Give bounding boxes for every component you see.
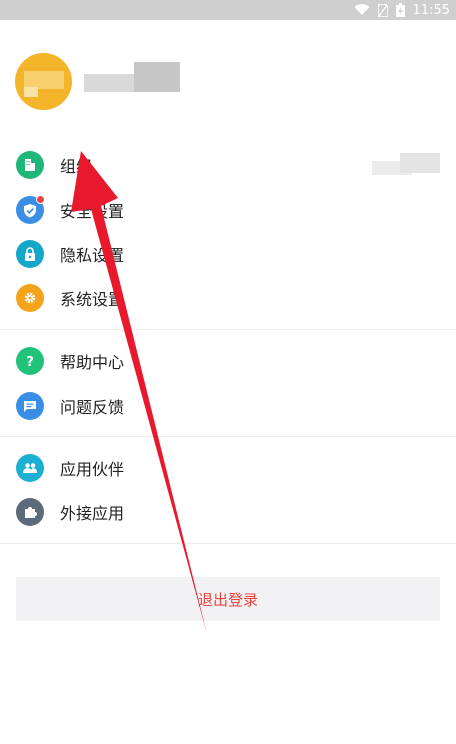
no-sim-icon [377,3,388,17]
divider [0,329,456,330]
menu-item-label: 应用伙伴 [60,460,125,479]
logout-button[interactable]: 退出登录 [16,577,440,621]
menu-item-privacy[interactable]: 隐私设置 [0,232,456,276]
profile-name [84,61,180,102]
menu-item-label: 系统设置 [60,290,125,309]
status-time: 11:55 [412,2,450,18]
menu-item-label: 隐私设置 [60,246,125,265]
svg-text:?: ? [26,355,34,368]
menu-item-label: 外接应用 [60,504,125,523]
divider [0,543,456,544]
menu-item-label: 帮助中心 [60,353,125,372]
question-icon: ? [16,347,44,375]
divider [0,436,456,437]
feedback-icon [16,392,44,420]
menu-item-security[interactable]: 安全设置 [0,188,456,232]
partners-icon [16,454,44,482]
gear-icon [16,284,44,312]
organization-value [372,153,442,177]
wifi-icon [354,4,370,16]
avatar[interactable] [15,53,72,110]
menu-item-feedback[interactable]: 问题反馈 [0,384,456,428]
building-icon [16,151,44,179]
battery-charging-icon [395,3,405,17]
puzzle-icon [16,498,44,526]
menu-item-label: 安全设置 [60,202,125,221]
notification-dot [36,195,45,204]
shield-icon [16,195,45,224]
menu-item-app-partners[interactable]: 应用伙伴 [0,446,456,490]
menu-item-label: 组织 [60,157,93,176]
menu-item-label: 问题反馈 [60,398,125,417]
menu-item-help-center[interactable]: ? 帮助中心 [0,339,456,383]
profile-header[interactable] [15,53,180,110]
menu-item-organization[interactable]: 组织 [0,143,456,187]
status-bar: 11:55 [0,0,456,20]
lock-icon [16,240,44,268]
menu-item-external-apps[interactable]: 外接应用 [0,490,456,534]
menu-item-system-settings[interactable]: 系统设置 [0,276,456,320]
